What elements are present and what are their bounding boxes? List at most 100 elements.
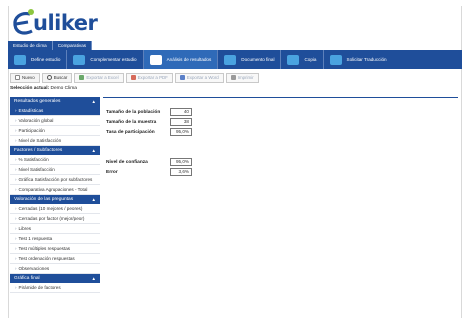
sidebar-section-grafica-final[interactable]: Gráfica final ▲ [10, 274, 100, 283]
toolbar-solicitar-traduccion[interactable]: Solicitar Traducción [324, 50, 393, 69]
stat-label: Tamaño de la población [106, 109, 161, 115]
export-word-button[interactable]: Exportar a Word [174, 72, 224, 83]
copy-icon [287, 54, 300, 65]
sidebar-item-cerradas-factor[interactable]: › Cerradas por factor (mejor/peor) [10, 214, 100, 224]
toolbar-define-estudio[interactable]: Define estudio [8, 50, 66, 69]
bullet-icon: › [15, 156, 17, 162]
sidebar-item-nivel-satisfaccion[interactable]: › Nivel de Satisfacción [10, 136, 100, 146]
chart-icon [149, 54, 162, 65]
topnav-estudio-clima[interactable]: Estudio de clima [8, 41, 53, 50]
word-icon [179, 75, 185, 80]
toolbar-label: Copia [304, 57, 317, 62]
sidebar-item-piramide-factores[interactable]: › Pirámide de factores [10, 283, 100, 293]
button-label: Exportar a Word [186, 75, 219, 80]
excel-icon [79, 75, 85, 80]
pencil-icon [14, 54, 26, 65]
topnav-comparativas[interactable]: Comparativas [52, 41, 93, 50]
item-label: Valoración global [18, 117, 54, 123]
sidebar-section-resultados-generales[interactable]: Resultados generales ▲ [10, 97, 100, 106]
chevron-up-icon: ▲ [91, 99, 96, 104]
stat-row-participacion: Tasa de participación 95,0% [106, 128, 192, 136]
item-label: Comparativa Agrupaciones - Total [18, 186, 88, 192]
bullet-icon: › [15, 235, 17, 241]
sidebar-item-nivel-satisfaccion-factores[interactable]: › Nivel Satisfacción [10, 165, 100, 175]
bullet-icon: › [15, 265, 17, 271]
stat-value: 40 [170, 108, 192, 116]
sidebar-item-participacion[interactable]: › Participación [10, 126, 100, 136]
logo: uliker [10, 6, 120, 38]
sidebar-section-valoracion-preguntas[interactable]: Valoración de las preguntas ▲ [10, 195, 100, 204]
bullet-icon: › [15, 137, 17, 143]
toolbar-label: Define estudio [31, 57, 61, 62]
sidebar-item-test-multiples[interactable]: › Test múltiples respuestas [10, 244, 100, 254]
toolbar-label: Complementar estudio [90, 57, 137, 62]
pdf-icon [130, 75, 136, 80]
item-label: Cerradas por factor (mejor/peor) [18, 215, 85, 221]
sidebar-item-test-ordenacion[interactable]: › Test ordenación respuestas [10, 254, 100, 264]
bullet-icon: › [15, 117, 17, 123]
main-toolbar: Define estudio Complementar estudio Anál… [8, 50, 462, 69]
bullet-icon: › [15, 127, 17, 133]
button-label: Exportar a PDF [137, 75, 168, 80]
toolbar-documento-final[interactable]: Documento final [218, 50, 280, 69]
bullet-icon: › [15, 225, 17, 231]
sidebar-item-pct-satisfaccion[interactable]: ›% Satisfacción [10, 155, 100, 165]
action-toolbar: Nuevo Buscar Exportar a Excel Exportar a… [10, 72, 261, 83]
toolbar-analisis-resultados[interactable]: Análisis de resultados [143, 50, 218, 69]
main-content: Tamaño de la población 40 Tamaño de la m… [103, 97, 458, 318]
sidebar-item-valoracion-global[interactable]: › Valoración global [10, 116, 100, 126]
selection-value: Demo Clima [50, 86, 77, 91]
sidebar-item-grafica-satisfaccion[interactable]: › Gráfica Satisfacción por subfactores [10, 175, 100, 185]
bullet-icon: › [15, 215, 17, 221]
stat-label: Error [106, 169, 118, 175]
print-button[interactable]: Imprimir [225, 72, 259, 83]
sidebar: Resultados generales ▲ › Estadísticas › Va… [10, 97, 100, 293]
item-label: Gráfica Satisfacción por subfactores [18, 176, 93, 182]
toolbar-complementar-estudio[interactable]: Complementar estudio [67, 50, 142, 69]
toolbar-copia[interactable]: Copia [281, 50, 322, 69]
logo-text: uliker [33, 11, 98, 35]
stat-label: Tamaño de la muestra [106, 119, 157, 125]
sidebar-item-test-1-respuesta[interactable]: › Test 1 respuesta [10, 234, 100, 244]
button-label: Nuevo [22, 75, 35, 80]
sidebar-item-observaciones[interactable]: › Observaciones [10, 264, 100, 274]
bullet-icon: › [15, 284, 17, 290]
stat-row-muestra: Tamaño de la muestra 38 [106, 118, 192, 126]
section-title: Valoración de las preguntas [14, 197, 74, 202]
section-title: Factores / Subfactores [14, 148, 63, 153]
nuevo-button[interactable]: Nuevo [10, 72, 40, 83]
sidebar-item-cerradas-10[interactable]: › Cerradas (10 mejores / peores) [10, 204, 100, 214]
stat-value: 3,6% [170, 168, 192, 176]
bullet-icon: › [15, 245, 17, 251]
bullet-icon: › [15, 176, 17, 182]
button-label: Imprimir [237, 75, 254, 80]
toolbar-label: Documento final [241, 57, 275, 62]
sidebar-item-estadisticas[interactable]: › Estadísticas [10, 106, 100, 116]
bullet-icon: › [15, 107, 17, 113]
button-label: Exportar a Excel [86, 75, 119, 80]
stat-value: 95,0% [170, 128, 192, 136]
chevron-up-icon: ▲ [91, 197, 96, 202]
export-pdf-button[interactable]: Exportar a PDF [125, 72, 173, 83]
item-label: Estadísticas [18, 107, 44, 113]
stat-value: 38 [170, 118, 192, 126]
sidebar-section-factores[interactable]: Factores / Subfactores ▲ [10, 146, 100, 155]
top-nav: Estudio de clima Comparativas [8, 41, 93, 50]
buscar-button[interactable]: Buscar [41, 72, 73, 83]
chevron-up-icon: ▲ [91, 148, 96, 153]
selection-label: Selección actual: [10, 86, 50, 91]
stat-label: Tasa de participación [106, 129, 155, 135]
bullet-icon: › [15, 205, 17, 211]
stat-row-poblacion: Tamaño de la población 40 [106, 108, 192, 116]
stat-row-confianza: Nivel de confianza 95,0% [106, 158, 192, 166]
item-label: Test múltiples respuestas [18, 245, 71, 251]
item-label: Observaciones [18, 265, 50, 271]
item-label: Test ordenación respuestas [18, 255, 75, 261]
export-excel-button[interactable]: Exportar a Excel [74, 72, 124, 83]
button-label: Buscar [53, 75, 68, 80]
sidebar-item-libres[interactable]: › Libres [10, 224, 100, 234]
sidebar-item-comparativa-agrupaciones[interactable]: › Comparativa Agrupaciones - Total [10, 185, 100, 195]
toolbar-label: Análisis de resultados [166, 57, 212, 62]
item-label: % Satisfacción [18, 156, 49, 162]
item-label: Participación [18, 127, 45, 133]
